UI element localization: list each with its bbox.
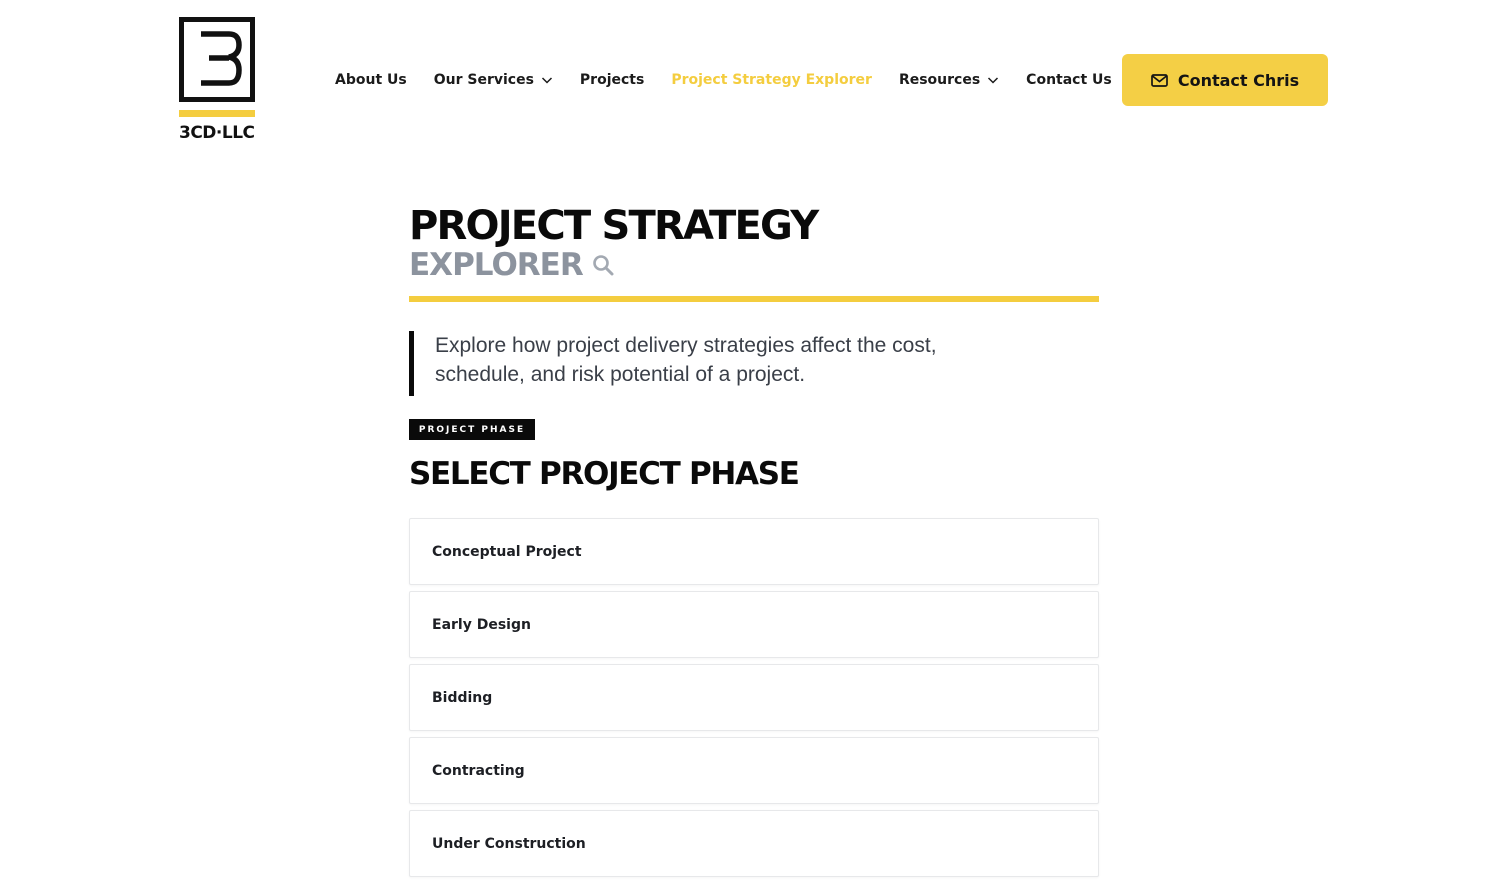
phase-option-label: Early Design	[432, 616, 531, 633]
main-nav: About Us Our Services Projects Project S…	[335, 68, 1139, 92]
phase-option-label: Conceptual Project	[432, 543, 582, 560]
nav-item-label: Contact Us	[1026, 72, 1112, 88]
nav-item-label: Project Strategy Explorer	[671, 72, 872, 88]
nav-item-contact-us[interactable]: Contact Us	[1026, 72, 1112, 88]
phase-option-contracting[interactable]: Contracting	[409, 737, 1099, 804]
nav-item-project-strategy-explorer[interactable]: Project Strategy Explorer	[671, 72, 872, 88]
nav-item-label: Resources	[898, 72, 981, 88]
phase-badge: PROJECT PHASE	[409, 419, 535, 440]
nav-item-projects[interactable]: Projects	[580, 72, 644, 88]
phase-option-early-design[interactable]: Early Design	[409, 591, 1099, 658]
page-title: PROJECT STRATEGY	[409, 203, 819, 249]
phase-option-conceptual-project[interactable]: Conceptual Project	[409, 518, 1099, 585]
nav-item-label: Our Services	[433, 72, 534, 88]
intro-text: Explore how project delivery strategies …	[435, 334, 937, 386]
page-subtitle-text: EXPLORER	[409, 247, 584, 283]
contact-chris-button[interactable]: Contact Chris	[1122, 54, 1328, 106]
nav-item-our-services[interactable]: Our Services	[434, 72, 553, 88]
phase-options-list: Conceptual Project Early Design Bidding …	[409, 518, 1099, 883]
chevron-down-icon	[541, 77, 552, 84]
phase-option-bidding[interactable]: Bidding	[409, 664, 1099, 731]
nav-item-label: About Us	[335, 72, 407, 88]
phase-option-under-construction[interactable]: Under Construction	[409, 810, 1099, 877]
logo-text: 3CD·LLC	[179, 123, 255, 143]
site-logo[interactable]: 3CD·LLC	[179, 17, 257, 147]
mail-icon	[1150, 73, 1168, 87]
intro-quote: Explore how project delivery strategies …	[409, 331, 1099, 396]
nav-item-resources[interactable]: Resources	[899, 72, 999, 88]
chevron-down-icon	[988, 77, 999, 84]
phase-heading: SELECT PROJECT PHASE	[409, 456, 800, 492]
nav-item-label: Projects	[579, 72, 645, 88]
phase-option-label: Contracting	[432, 762, 525, 779]
title-divider	[409, 296, 1099, 302]
phase-option-label: Under Construction	[432, 835, 586, 852]
page-subtitle: EXPLORER	[409, 246, 615, 284]
contact-chris-label: Contact Chris	[1177, 70, 1300, 90]
nav-item-about-us[interactable]: About Us	[335, 72, 407, 88]
logo-accent-bar	[179, 110, 255, 117]
search-icon	[592, 255, 614, 276]
phase-option-label: Bidding	[432, 689, 493, 706]
logo-mark-icon	[179, 17, 255, 102]
